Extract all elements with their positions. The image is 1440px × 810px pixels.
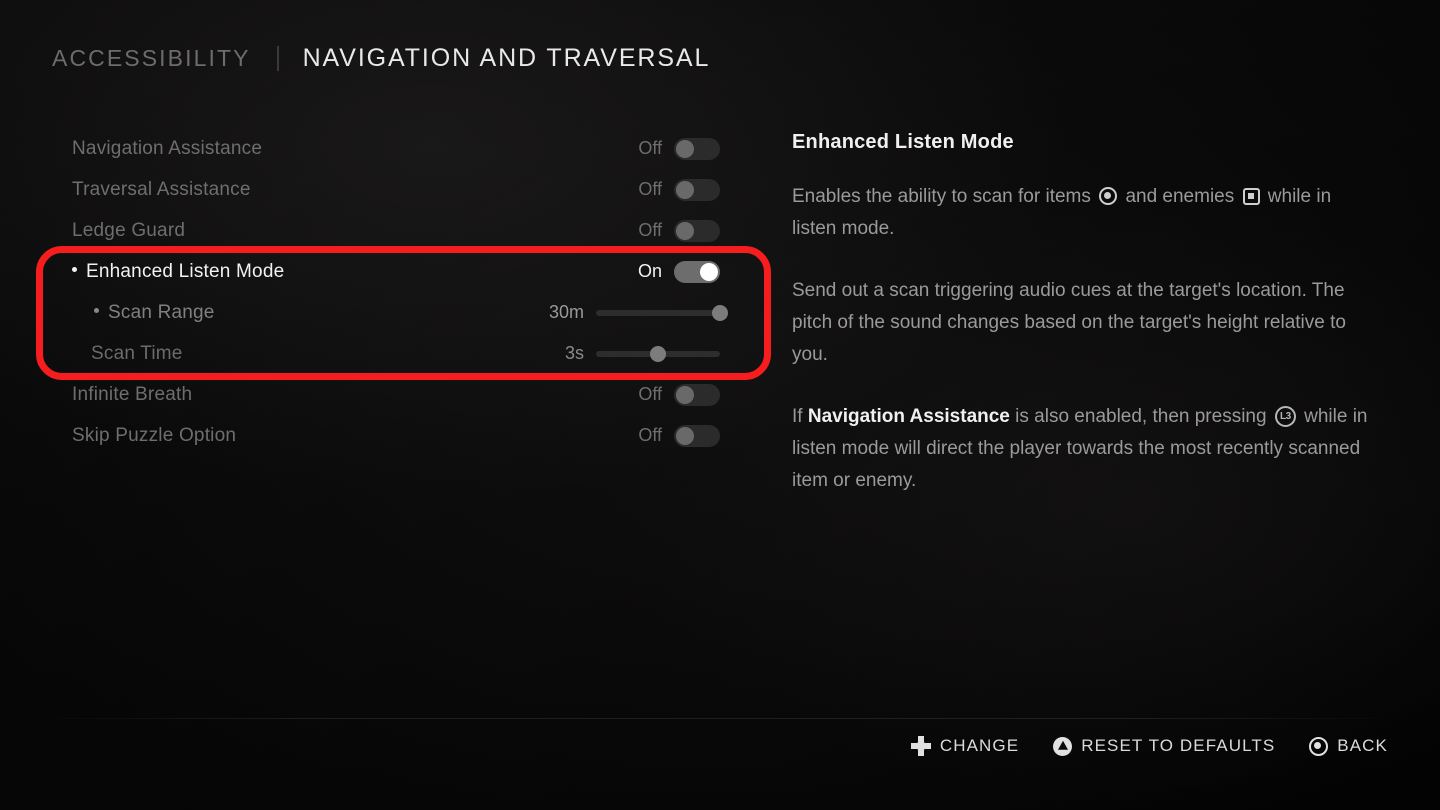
breadcrumb-parent[interactable]: ACCESSIBILITY — [52, 45, 251, 72]
desc-p1-part-a: Enables the ability to scan for items — [792, 186, 1091, 207]
selection-bullet-icon — [72, 266, 77, 272]
toggle-knob — [676, 385, 694, 404]
toggle-switch[interactable] — [674, 219, 720, 242]
setting-row-infinite-breath[interactable]: Infinite Breath Off — [72, 374, 720, 415]
setting-label: Scan Range — [94, 302, 215, 324]
toggle-knob — [676, 426, 694, 445]
action-back[interactable]: BACK — [1309, 736, 1388, 756]
setting-label: Scan Time — [91, 342, 183, 364]
setting-row-traversal-assistance[interactable]: Traversal Assistance Off — [72, 169, 720, 210]
scan-enemy-icon — [1242, 188, 1260, 205]
description-paragraph-3: If Navigation Assistance is also enabled… — [792, 401, 1372, 497]
desc-p3-part-b: is also enabled, then pressing — [1015, 406, 1267, 427]
setting-value: 3s — [564, 343, 584, 363]
setting-label: Infinite Breath — [72, 383, 193, 405]
toggle-switch[interactable] — [674, 178, 720, 201]
slider-track — [596, 309, 720, 316]
setting-label-text: Enhanced Listen Mode — [86, 260, 285, 282]
setting-row-ledge-guard[interactable]: Ledge Guard Off — [72, 210, 720, 251]
setting-row-enhanced-listen-mode[interactable]: Enhanced Listen Mode On — [72, 251, 720, 292]
toggle-knob — [700, 262, 718, 281]
setting-label: Skip Puzzle Option — [72, 424, 237, 446]
triangle-button-icon — [1053, 736, 1073, 756]
action-bar: CHANGE RESET TO DEFAULTS BACK — [910, 736, 1388, 756]
toggle-knob — [676, 139, 694, 158]
slider-knob[interactable] — [712, 304, 728, 321]
action-reset-label: RESET TO DEFAULTS — [1081, 736, 1276, 755]
setting-row-navigation-assistance[interactable]: Navigation Assistance Off — [72, 128, 720, 169]
slider-scan-range[interactable] — [596, 302, 728, 324]
dpad-icon — [910, 736, 931, 756]
setting-value: Off — [638, 179, 662, 199]
description-panel: Enhanced Listen Mode Enables the ability… — [792, 131, 1372, 527]
action-reset-to-defaults[interactable]: RESET TO DEFAULTS — [1053, 736, 1275, 756]
desc-p1-part-b: and enemies — [1125, 186, 1235, 207]
toggle-switch[interactable] — [674, 137, 720, 160]
setting-label: Enhanced Listen Mode — [72, 261, 284, 283]
breadcrumb-current: NAVIGATION AND TRAVERSAL — [302, 44, 711, 72]
setting-label-text: Scan Range — [108, 301, 215, 323]
action-back-label: BACK — [1337, 736, 1388, 755]
l3-button-icon: L3 — [1274, 406, 1296, 427]
description-paragraph-1: Enables the ability to scan for items an… — [792, 181, 1372, 245]
action-change-label: CHANGE — [939, 736, 1020, 755]
settings-list: Navigation Assistance Off Traversal Assi… — [72, 128, 728, 456]
setting-row-skip-puzzle-option[interactable]: Skip Puzzle Option Off — [72, 415, 720, 456]
footer-divider — [52, 718, 1388, 719]
toggle-knob — [676, 221, 694, 240]
accessibility-settings-screen: ACCESSIBILITY NAVIGATION AND TRAVERSAL N… — [0, 0, 1440, 810]
selection-bullet-icon — [94, 307, 99, 313]
toggle-switch[interactable] — [674, 383, 720, 406]
l3-button-label: L3 — [1280, 410, 1291, 422]
setting-label: Traversal Assistance — [72, 178, 251, 200]
breadcrumb-separator — [276, 46, 279, 71]
toggle-switch[interactable] — [674, 260, 720, 283]
circle-button-icon — [1309, 736, 1329, 756]
desc-p3-bold-term: Navigation Assistance — [807, 406, 1010, 427]
setting-value: On — [637, 261, 662, 281]
setting-label: Ledge Guard — [72, 219, 186, 241]
setting-value: Off — [638, 138, 662, 158]
action-change[interactable]: CHANGE — [910, 736, 1020, 756]
setting-row-scan-range[interactable]: Scan Range 30m — [72, 292, 728, 333]
setting-row-scan-time[interactable]: Scan Time 3s — [72, 333, 720, 374]
toggle-switch[interactable] — [674, 424, 720, 447]
desc-p3-part-a: If — [792, 406, 803, 427]
setting-value: Off — [638, 384, 662, 404]
breadcrumb: ACCESSIBILITY NAVIGATION AND TRAVERSAL — [52, 44, 710, 73]
setting-value: 30m — [548, 302, 584, 322]
description-paragraph-2: Send out a scan triggering audio cues at… — [792, 280, 1346, 365]
slider-scan-time[interactable] — [596, 343, 720, 365]
scan-item-icon — [1099, 187, 1118, 205]
setting-value: Off — [638, 425, 662, 445]
slider-knob[interactable] — [650, 345, 666, 362]
toggle-knob — [676, 180, 694, 199]
description-title: Enhanced Listen Mode — [792, 131, 1014, 153]
setting-label: Navigation Assistance — [72, 137, 263, 159]
setting-value: Off — [638, 220, 662, 240]
